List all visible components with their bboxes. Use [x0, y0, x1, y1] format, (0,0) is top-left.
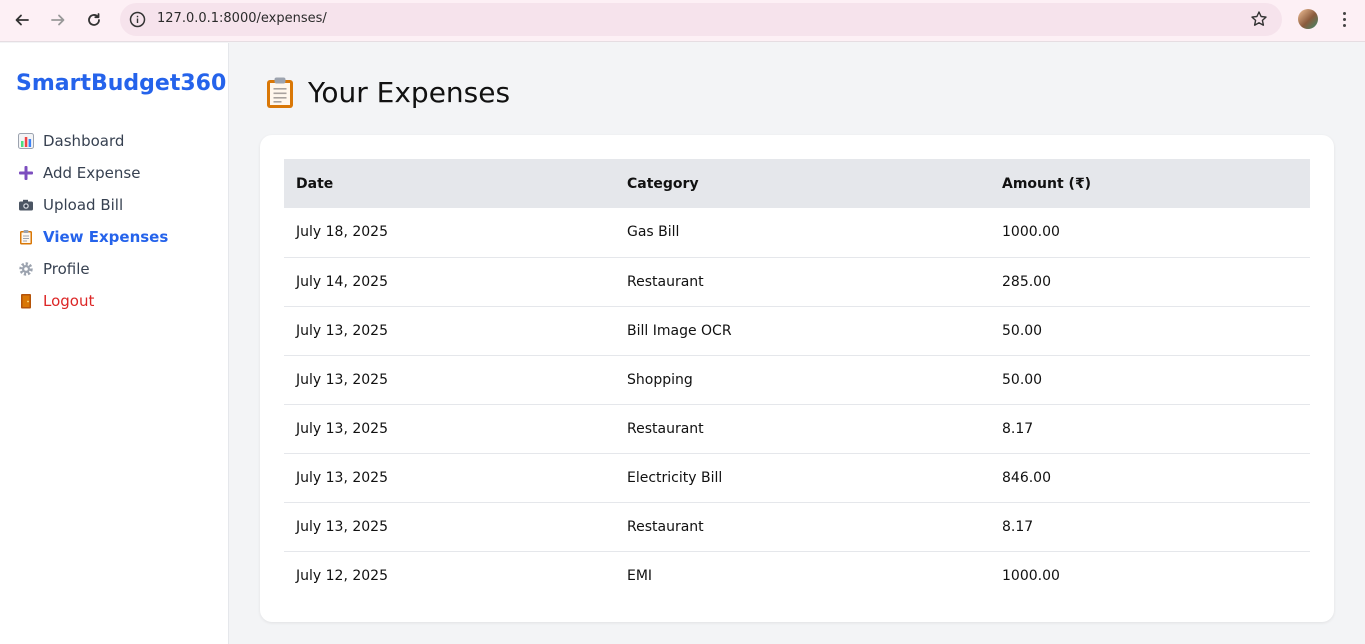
sidebar-item-label: Dashboard — [43, 132, 125, 150]
brand-logo[interactable]: SmartBudget360 — [16, 71, 226, 96]
browser-toolbar: 127.0.0.1:8000/expenses/ — [0, 0, 1365, 42]
table-row: July 13, 2025 Electricity Bill 846.00 — [284, 453, 1310, 502]
cell-category: Bill Image OCR — [627, 322, 732, 339]
cell-amount: 1000.00 — [1002, 567, 1060, 584]
reload-icon — [88, 13, 100, 26]
table-row: July 18, 2025 Gas Bill 1000.00 — [284, 208, 1310, 257]
table-row: July 13, 2025 Restaurant 8.17 — [284, 502, 1310, 551]
browser-menu-button[interactable] — [1334, 9, 1354, 29]
cell-amount: 846.00 — [1002, 469, 1051, 486]
back-button[interactable] — [9, 7, 35, 33]
sidebar-item-label: Upload Bill — [43, 196, 124, 214]
cell-category: Restaurant — [627, 420, 704, 437]
column-header-date: Date — [296, 175, 334, 192]
sidebar: SmartBudget360 Dashboard Add Expense Upl… — [0, 43, 229, 644]
sidebar-item-label: View Expenses — [43, 228, 169, 246]
sidebar-item-label: Profile — [43, 260, 90, 278]
cell-amount: 1000.00 — [1002, 224, 1060, 241]
table-row: July 13, 2025 Bill Image OCR 50.00 — [284, 306, 1310, 355]
sidebar-item-view-expenses[interactable]: View Expenses — [18, 221, 168, 253]
bar-chart-icon — [18, 133, 34, 149]
cell-category: EMI — [627, 567, 653, 584]
cell-amount: 50.00 — [1002, 371, 1043, 388]
cell-date: July 13, 2025 — [296, 469, 388, 486]
plus-icon — [18, 165, 34, 181]
table-row: July 13, 2025 Restaurant 8.17 — [284, 404, 1310, 453]
cell-amount: 8.17 — [1002, 518, 1034, 535]
column-header-amount: Amount (₹) — [1002, 175, 1092, 192]
table-row: July 13, 2025 Shopping 50.00 — [284, 355, 1310, 404]
site-info-icon[interactable] — [129, 11, 146, 28]
cell-date: July 13, 2025 — [296, 518, 388, 535]
column-header-category: Category — [627, 175, 699, 192]
table-row: July 14, 2025 Restaurant 285.00 — [284, 257, 1310, 306]
page-title: Your Expenses — [308, 76, 511, 109]
url-text[interactable]: 127.0.0.1:8000/expenses/ — [157, 11, 327, 26]
gear-icon — [18, 261, 34, 277]
expenses-card: Date Category Amount (₹) July 18, 2025 G… — [260, 135, 1334, 622]
clipboard-icon — [267, 77, 293, 108]
page-header: Your Expenses — [266, 76, 510, 109]
cell-amount: 50.00 — [1002, 322, 1043, 339]
cell-category: Shopping — [627, 371, 693, 388]
sidebar-item-dashboard[interactable]: Dashboard — [18, 125, 168, 157]
sidebar-item-upload-bill[interactable]: Upload Bill — [18, 189, 168, 221]
sidebar-nav: Dashboard Add Expense Upload Bill View E… — [18, 125, 168, 317]
cell-date: July 18, 2025 — [296, 224, 388, 241]
reload-button[interactable] — [81, 7, 107, 33]
cell-category: Restaurant — [627, 273, 704, 290]
profile-avatar[interactable] — [1298, 9, 1318, 29]
cell-category: Electricity Bill — [627, 469, 723, 486]
cell-category: Restaurant — [627, 518, 704, 535]
expenses-table: Date Category Amount (₹) July 18, 2025 G… — [284, 159, 1310, 600]
sidebar-item-label: Add Expense — [43, 164, 141, 182]
bookmark-star-icon[interactable] — [1250, 10, 1268, 28]
table-header-row: Date Category Amount (₹) — [284, 159, 1310, 208]
camera-icon — [18, 197, 34, 213]
cell-amount: 8.17 — [1002, 420, 1034, 437]
sidebar-item-profile[interactable]: Profile — [18, 253, 168, 285]
sidebar-item-label: Logout — [43, 292, 95, 310]
sidebar-item-logout[interactable]: Logout — [18, 285, 168, 317]
cell-amount: 285.00 — [1002, 273, 1051, 290]
cell-date: July 13, 2025 — [296, 371, 388, 388]
arrow-left-icon — [15, 14, 29, 26]
sidebar-item-add-expense[interactable]: Add Expense — [18, 157, 168, 189]
address-bar[interactable]: 127.0.0.1:8000/expenses/ — [120, 3, 1282, 36]
cell-date: July 14, 2025 — [296, 273, 388, 290]
forward-button[interactable] — [45, 7, 71, 33]
arrow-right-icon — [51, 14, 65, 26]
table-row: July 12, 2025 EMI 1000.00 — [284, 551, 1310, 600]
cell-date: July 13, 2025 — [296, 322, 388, 339]
cell-date: July 13, 2025 — [296, 420, 388, 437]
cell-category: Gas Bill — [627, 224, 680, 241]
clipboard-icon — [18, 229, 34, 245]
door-icon — [18, 293, 34, 309]
cell-date: July 12, 2025 — [296, 567, 388, 584]
